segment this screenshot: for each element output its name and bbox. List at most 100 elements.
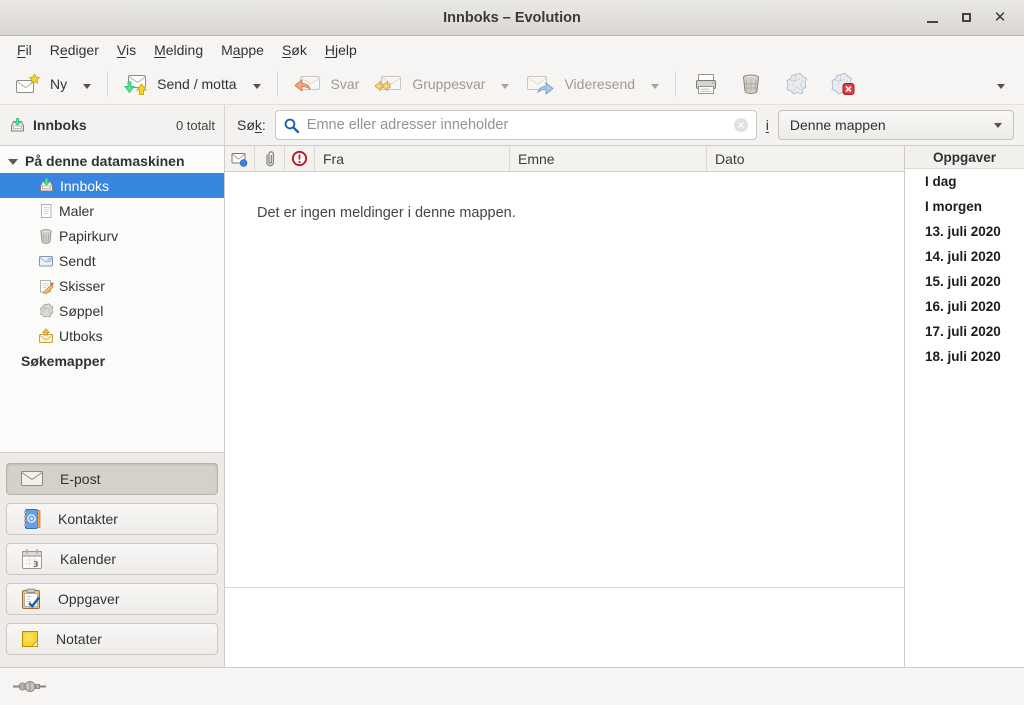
window-controls: ✕ xyxy=(920,6,1024,30)
forward-dropdown-button[interactable] xyxy=(642,70,668,98)
tasks-pane: Oppgaver I dagI morgen13. juli 202014. j… xyxy=(904,146,1024,667)
new-mail-icon xyxy=(15,73,41,95)
switcher-mail[interactable]: E-post xyxy=(6,463,218,495)
switcher-contacts[interactable]: Kontakter xyxy=(6,503,218,535)
task-date[interactable]: 13. juli 2020 xyxy=(905,219,1024,244)
switcher-memos[interactable]: Notater xyxy=(6,623,218,655)
empty-folder-message: Det er ingen meldinger i denne mappen. xyxy=(257,205,516,221)
close-button[interactable]: ✕ xyxy=(988,6,1012,30)
calendar-icon: 3 xyxy=(20,548,44,570)
maximize-button[interactable] xyxy=(954,6,978,30)
new-dropdown-button[interactable] xyxy=(74,70,100,98)
sidebar-folder-inbox[interactable]: Innboks xyxy=(0,173,224,198)
expander-icon[interactable] xyxy=(8,159,18,165)
junk-icon xyxy=(784,73,808,95)
online-status-icon[interactable] xyxy=(13,679,46,694)
chevron-down-icon xyxy=(501,84,509,89)
folder-total-count: 0 totalt xyxy=(176,118,215,133)
group-reply-dropdown-button[interactable] xyxy=(492,70,518,98)
search-label: Søk: xyxy=(237,117,266,133)
chevron-down-icon xyxy=(83,84,91,89)
svg-text:3: 3 xyxy=(33,560,39,569)
toolbar-separator xyxy=(277,71,278,97)
group-reply-icon xyxy=(373,73,403,95)
toolbar-separator xyxy=(675,71,676,97)
outbox-icon xyxy=(38,328,54,344)
sidebar-folder-templates[interactable]: Maler xyxy=(0,198,224,223)
message-list-body[interactable]: Det er ingen meldinger i denne mappen. xyxy=(225,172,904,588)
send-receive-icon xyxy=(122,73,148,95)
tree-root-search-folders[interactable]: Søkemapper xyxy=(0,348,224,373)
menu-folder[interactable]: Mappe xyxy=(212,38,273,62)
column-attachment[interactable] xyxy=(255,146,285,171)
new-button[interactable]: Ny xyxy=(8,70,74,98)
inbox-icon xyxy=(9,117,26,134)
task-date[interactable]: 15. juli 2020 xyxy=(905,269,1024,294)
search-input[interactable]: Emne eller adresser inneholder xyxy=(275,110,757,140)
minimize-button[interactable] xyxy=(920,6,944,30)
search-icon xyxy=(283,117,300,134)
chevron-down-icon xyxy=(651,84,659,89)
sidebar-folder-trash[interactable]: Papirkurv xyxy=(0,223,224,248)
menu-edit[interactable]: Rediger xyxy=(41,38,108,62)
document-icon xyxy=(38,203,54,219)
column-from[interactable]: Fra xyxy=(315,146,510,171)
view-switcher: E-post Kontakter 3Kalender Oppgaver Notater xyxy=(0,452,224,667)
junk-icon xyxy=(38,303,54,319)
sidebar-folder-junk[interactable]: Søppel xyxy=(0,298,224,323)
inbox-icon xyxy=(38,177,55,194)
column-subject[interactable]: Emne xyxy=(510,146,707,171)
menu-search[interactable]: Søk xyxy=(273,38,316,62)
task-date[interactable]: 16. juli 2020 xyxy=(905,294,1024,319)
task-date[interactable]: I morgen xyxy=(905,194,1024,219)
menu-view[interactable]: Vis xyxy=(108,38,145,62)
attachment-icon xyxy=(263,150,277,168)
switcher-calendar[interactable]: 3Kalender xyxy=(6,543,218,575)
priority-icon xyxy=(291,150,308,167)
task-date[interactable]: 14. juli 2020 xyxy=(905,244,1024,269)
sidebar-folder-drafts[interactable]: Skisser xyxy=(0,273,224,298)
clear-search-icon[interactable] xyxy=(733,117,749,133)
reply-button[interactable]: Svar xyxy=(285,70,367,98)
task-date[interactable]: I dag xyxy=(905,169,1024,194)
draft-icon xyxy=(38,278,54,294)
sidebar-folder-outbox[interactable]: Utboks xyxy=(0,323,224,348)
print-button[interactable] xyxy=(686,69,726,99)
preview-pane xyxy=(225,588,904,667)
junk-button[interactable] xyxy=(776,69,816,99)
task-date[interactable]: 17. juli 2020 xyxy=(905,319,1024,344)
chevron-down-icon xyxy=(253,84,261,89)
tasks-pane-header[interactable]: Oppgaver xyxy=(905,146,1024,169)
menu-help[interactable]: Hjelp xyxy=(316,38,366,62)
search-scope-dropdown[interactable]: Denne mappen xyxy=(778,110,1014,140)
send-receive-button[interactable]: Send / motta xyxy=(115,70,243,98)
task-date[interactable]: 18. juli 2020 xyxy=(905,344,1024,369)
toolbar-overflow-button[interactable] xyxy=(986,70,1016,98)
menubar: FilRedigerVisMeldingMappeSøkHjelp xyxy=(0,36,1024,64)
printer-icon xyxy=(694,73,718,95)
switcher-tasks[interactable]: Oppgaver xyxy=(6,583,218,615)
group-reply-button[interactable]: Gruppesvar xyxy=(366,70,492,98)
forward-icon xyxy=(525,73,555,95)
menu-file[interactable]: Fil xyxy=(8,38,41,62)
sidebar-folder-sent[interactable]: Sendt xyxy=(0,248,224,273)
tasks-icon xyxy=(20,588,42,610)
trash-icon xyxy=(740,73,762,95)
tree-root-on-this-computer[interactable]: På denne datamaskinen xyxy=(0,148,224,173)
column-priority[interactable] xyxy=(285,146,315,171)
titlebar[interactable]: Innboks – Evolution ✕ xyxy=(0,0,1024,36)
close-icon: ✕ xyxy=(994,10,1007,25)
toolbar: Ny Send / motta Svar Gruppesvar Viderese… xyxy=(0,64,1024,105)
column-message-status[interactable] xyxy=(225,146,255,171)
minimize-icon xyxy=(927,21,938,23)
not-junk-button[interactable] xyxy=(822,69,864,99)
column-date[interactable]: Dato xyxy=(707,146,904,171)
send-receive-dropdown-button[interactable] xyxy=(244,70,270,98)
forward-button[interactable]: Videresend xyxy=(518,70,642,98)
menu-message[interactable]: Melding xyxy=(145,38,212,62)
delete-button[interactable] xyxy=(732,69,770,99)
chevron-down-icon xyxy=(997,84,1005,89)
chevron-down-icon xyxy=(994,123,1002,128)
evolution-window: Innboks – Evolution ✕ FilRedigerVisMeldi… xyxy=(0,0,1024,705)
sent-icon xyxy=(38,253,54,269)
